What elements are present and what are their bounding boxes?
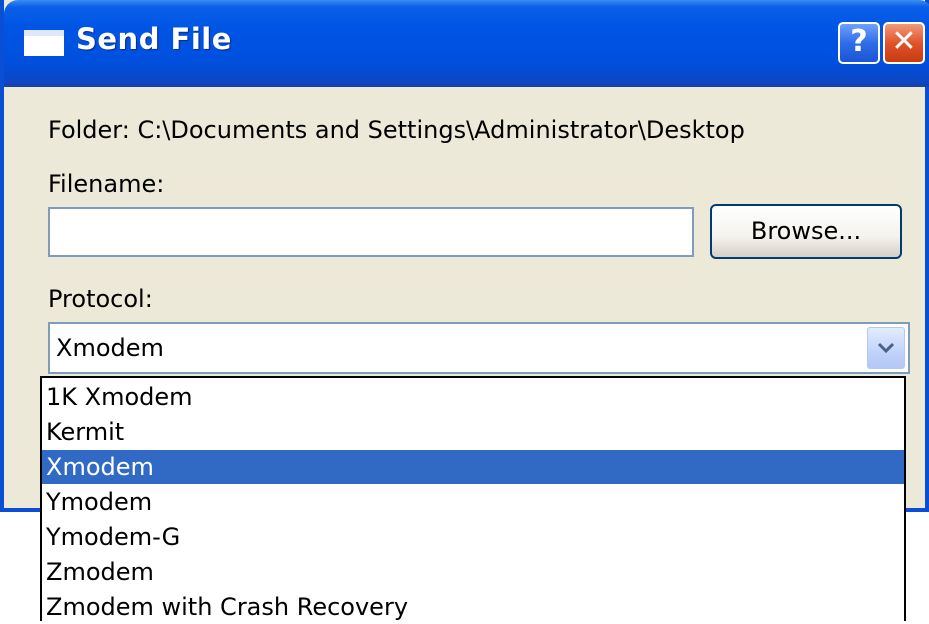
- protocol-dropdown-list: 1K Xmodem Kermit Xmodem Ymodem Ymodem-G …: [40, 376, 906, 621]
- help-button[interactable]: ?: [838, 22, 880, 64]
- protocol-option-ymodem-g[interactable]: Ymodem-G: [42, 520, 904, 554]
- protocol-label: Protocol:: [48, 285, 153, 313]
- protocol-option-xmodem[interactable]: Xmodem: [42, 450, 904, 484]
- dropdown-toggle-button[interactable]: [867, 327, 905, 369]
- protocol-selected-value: Xmodem: [56, 334, 164, 362]
- window-icon: [24, 30, 64, 56]
- close-button[interactable]: ✕: [883, 22, 925, 64]
- filename-label: Filename:: [48, 170, 165, 198]
- chevron-down-icon: [877, 342, 895, 354]
- folder-path-label: Folder: C:\Documents and Settings\Admini…: [48, 116, 745, 144]
- protocol-select[interactable]: Xmodem: [48, 322, 910, 374]
- browse-button[interactable]: Browse...: [710, 204, 902, 259]
- protocol-option-1k-xmodem[interactable]: 1K Xmodem: [42, 380, 904, 414]
- protocol-option-kermit[interactable]: Kermit: [42, 415, 904, 449]
- protocol-option-zmodem-crash-recovery[interactable]: Zmodem with Crash Recovery: [42, 590, 904, 624]
- protocol-option-ymodem[interactable]: Ymodem: [42, 485, 904, 519]
- title-bar[interactable]: Send File ? ✕: [4, 0, 929, 87]
- close-icon: ✕: [891, 24, 917, 59]
- window-title: Send File: [76, 22, 232, 56]
- filename-input[interactable]: [48, 207, 694, 257]
- protocol-option-zmodem[interactable]: Zmodem: [42, 555, 904, 589]
- help-icon: ?: [850, 24, 868, 59]
